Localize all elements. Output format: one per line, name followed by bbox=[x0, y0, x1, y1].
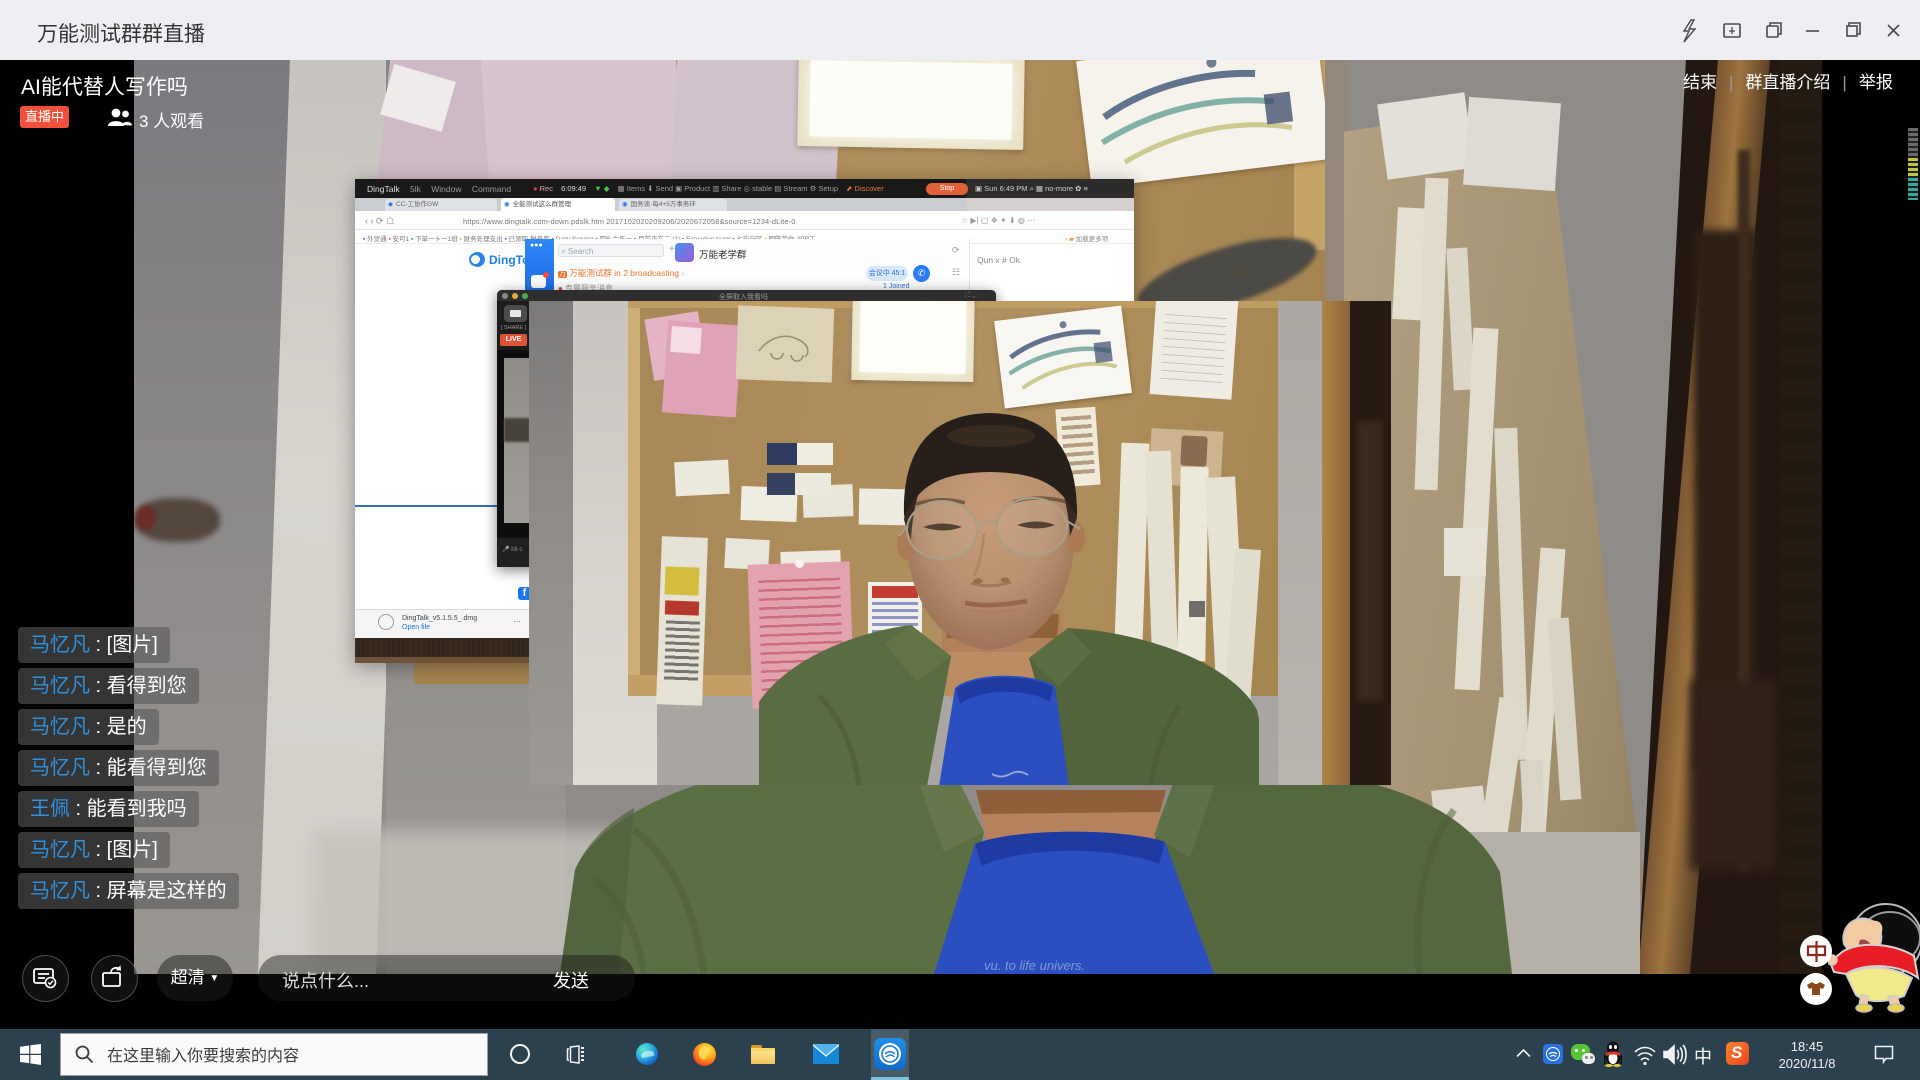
svg-text:vu. to life univers.: vu. to life univers. bbox=[984, 958, 1085, 973]
